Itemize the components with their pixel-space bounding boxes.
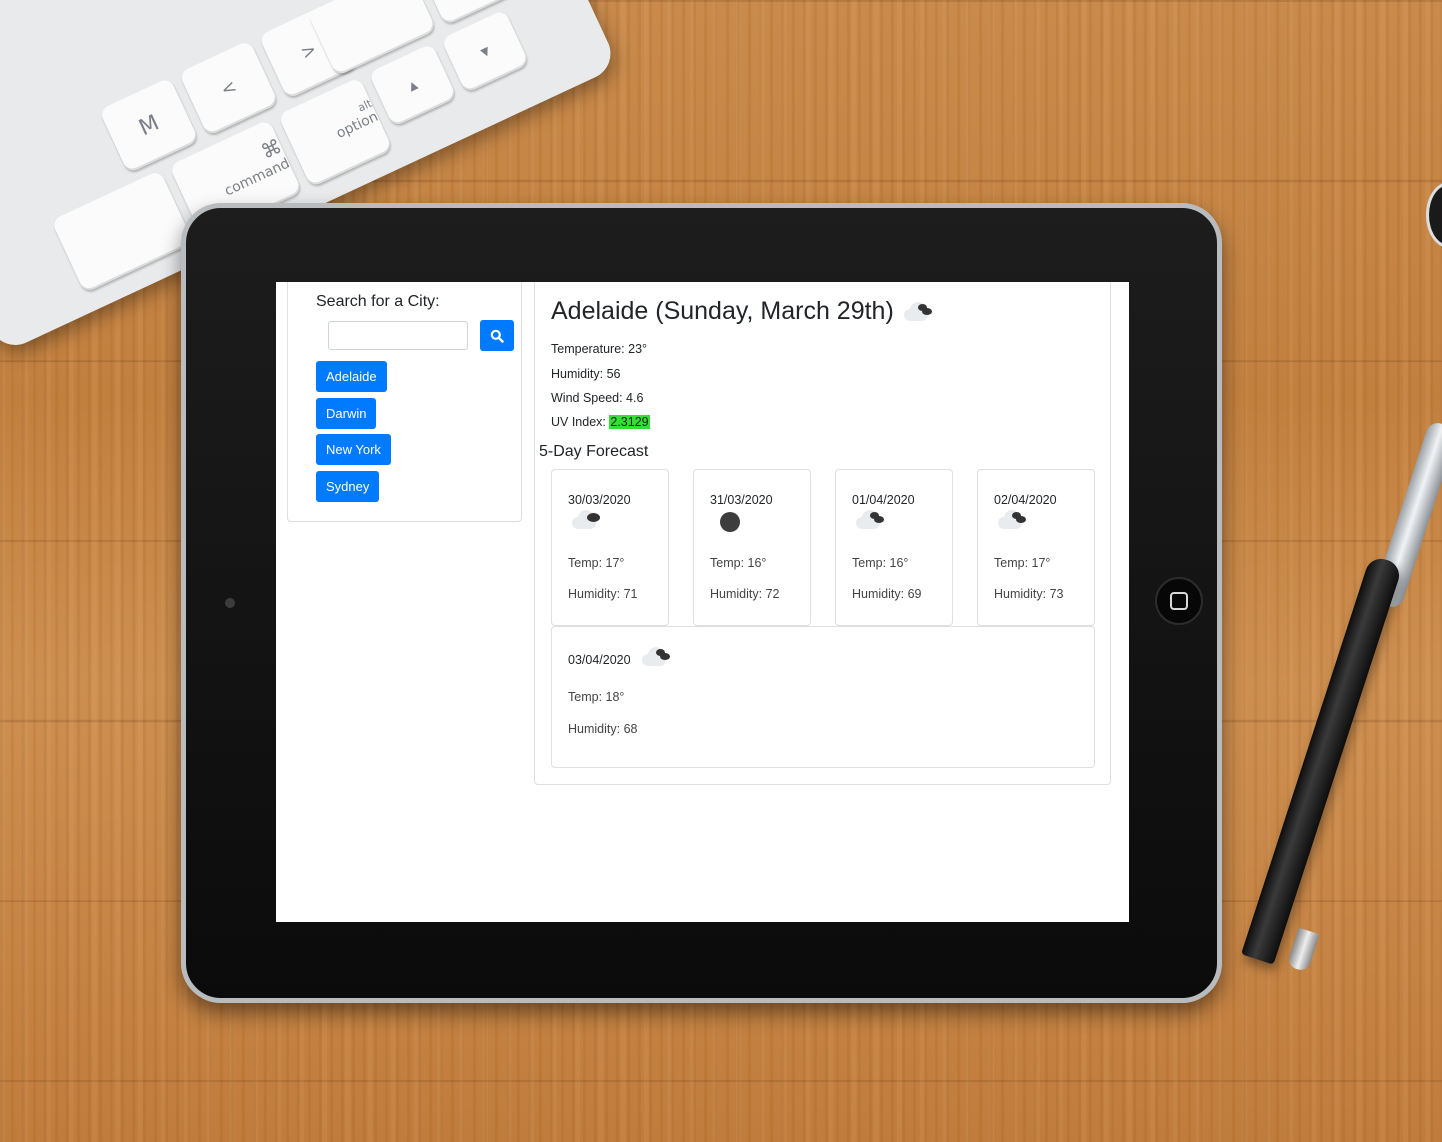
wind-speed-text: Wind Speed: 4.6 (551, 391, 644, 405)
forecast-humidity: Humidity: 71 (568, 587, 638, 601)
city-button-adelaide[interactable]: Adelaide (316, 361, 387, 392)
forecast-humidity: Humidity: 68 (568, 722, 638, 736)
uv-index-label: UV Index: (551, 415, 606, 429)
city-date-heading: Adelaide (Sunday, March 29th) (551, 297, 934, 326)
command-label: command (222, 155, 293, 200)
search-icon (490, 329, 504, 343)
forecast-temp: Temp: 16° (710, 556, 767, 570)
forecast-humidity: Humidity: 72 (710, 587, 780, 601)
broken-clouds-icon (903, 301, 934, 322)
broken-clouds-icon (998, 510, 1028, 533)
few-clouds-icon (572, 510, 602, 533)
city-search-input[interactable] (328, 321, 468, 350)
forecast-title: 5-Day Forecast (539, 443, 649, 460)
search-panel: Search for a City: Adelaide Darwin New Y… (287, 282, 522, 522)
forecast-date: 02/04/2020 (994, 493, 1057, 507)
pen-tip (1286, 927, 1320, 973)
home-button[interactable] (1155, 577, 1203, 625)
tablet-camera (225, 598, 235, 608)
forecast-temp: Temp: 17° (994, 556, 1051, 570)
broken-clouds-icon (642, 647, 672, 670)
key-arrow-up: ▲ (368, 43, 458, 128)
forecast-temp: Temp: 17° (568, 556, 625, 570)
option-label: option (333, 108, 381, 142)
uv-index-row: UV Index: 2.3129 (551, 415, 650, 429)
forecast-card: 03/04/2020 Temp: 18° Humidity: 68 (551, 626, 1095, 768)
forecast-card: 02/04/2020 Temp: 17° Humidity: 73 (977, 469, 1095, 626)
home-button-icon (1170, 592, 1188, 610)
search-button[interactable] (480, 320, 514, 351)
city-button-new-york[interactable]: New York (316, 434, 391, 465)
city-date-text: Adelaide (Sunday, March 29th) (551, 297, 894, 325)
forecast-temp: Temp: 16° (852, 556, 909, 570)
forecast-date: 01/04/2020 (852, 493, 915, 507)
search-title: Search for a City: (316, 293, 440, 310)
city-button-sydney[interactable]: Sydney (316, 471, 380, 502)
city-button-darwin[interactable]: Darwin (316, 398, 377, 429)
forecast-date: 03/04/2020 (568, 653, 631, 667)
temperature-text: Temperature: 23° (551, 342, 648, 356)
forecast-humidity: Humidity: 69 (852, 587, 922, 601)
clear-sky-icon (720, 512, 740, 535)
tablet-screen: Search for a City: Adelaide Darwin New Y… (276, 282, 1129, 922)
forecast-date: 31/03/2020 (710, 493, 773, 507)
cloud-shape (572, 510, 602, 530)
broken-clouds-icon (856, 510, 886, 533)
forecast-card: 31/03/2020 Temp: 16° Humidity: 72 (693, 469, 811, 626)
pen (1241, 554, 1404, 965)
forecast-humidity: Humidity: 73 (994, 587, 1064, 601)
forecast-date: 30/03/2020 (568, 493, 631, 507)
weather-panel: Adelaide (Sunday, March 29th) Temperatur… (534, 282, 1111, 785)
key-arrow-down: ▼ (440, 9, 530, 94)
forecast-card: 01/04/2020 Temp: 16° Humidity: 69 (835, 469, 953, 626)
forecast-temp: Temp: 18° (568, 690, 625, 704)
humidity-text: Humidity: 56 (551, 367, 621, 381)
key-blank-1 (51, 169, 194, 294)
uv-index-badge: 2.3129 (609, 415, 650, 429)
coin (1426, 182, 1442, 248)
forecast-card: 30/03/2020 Temp: 17° Humidity: 71 (551, 469, 669, 626)
